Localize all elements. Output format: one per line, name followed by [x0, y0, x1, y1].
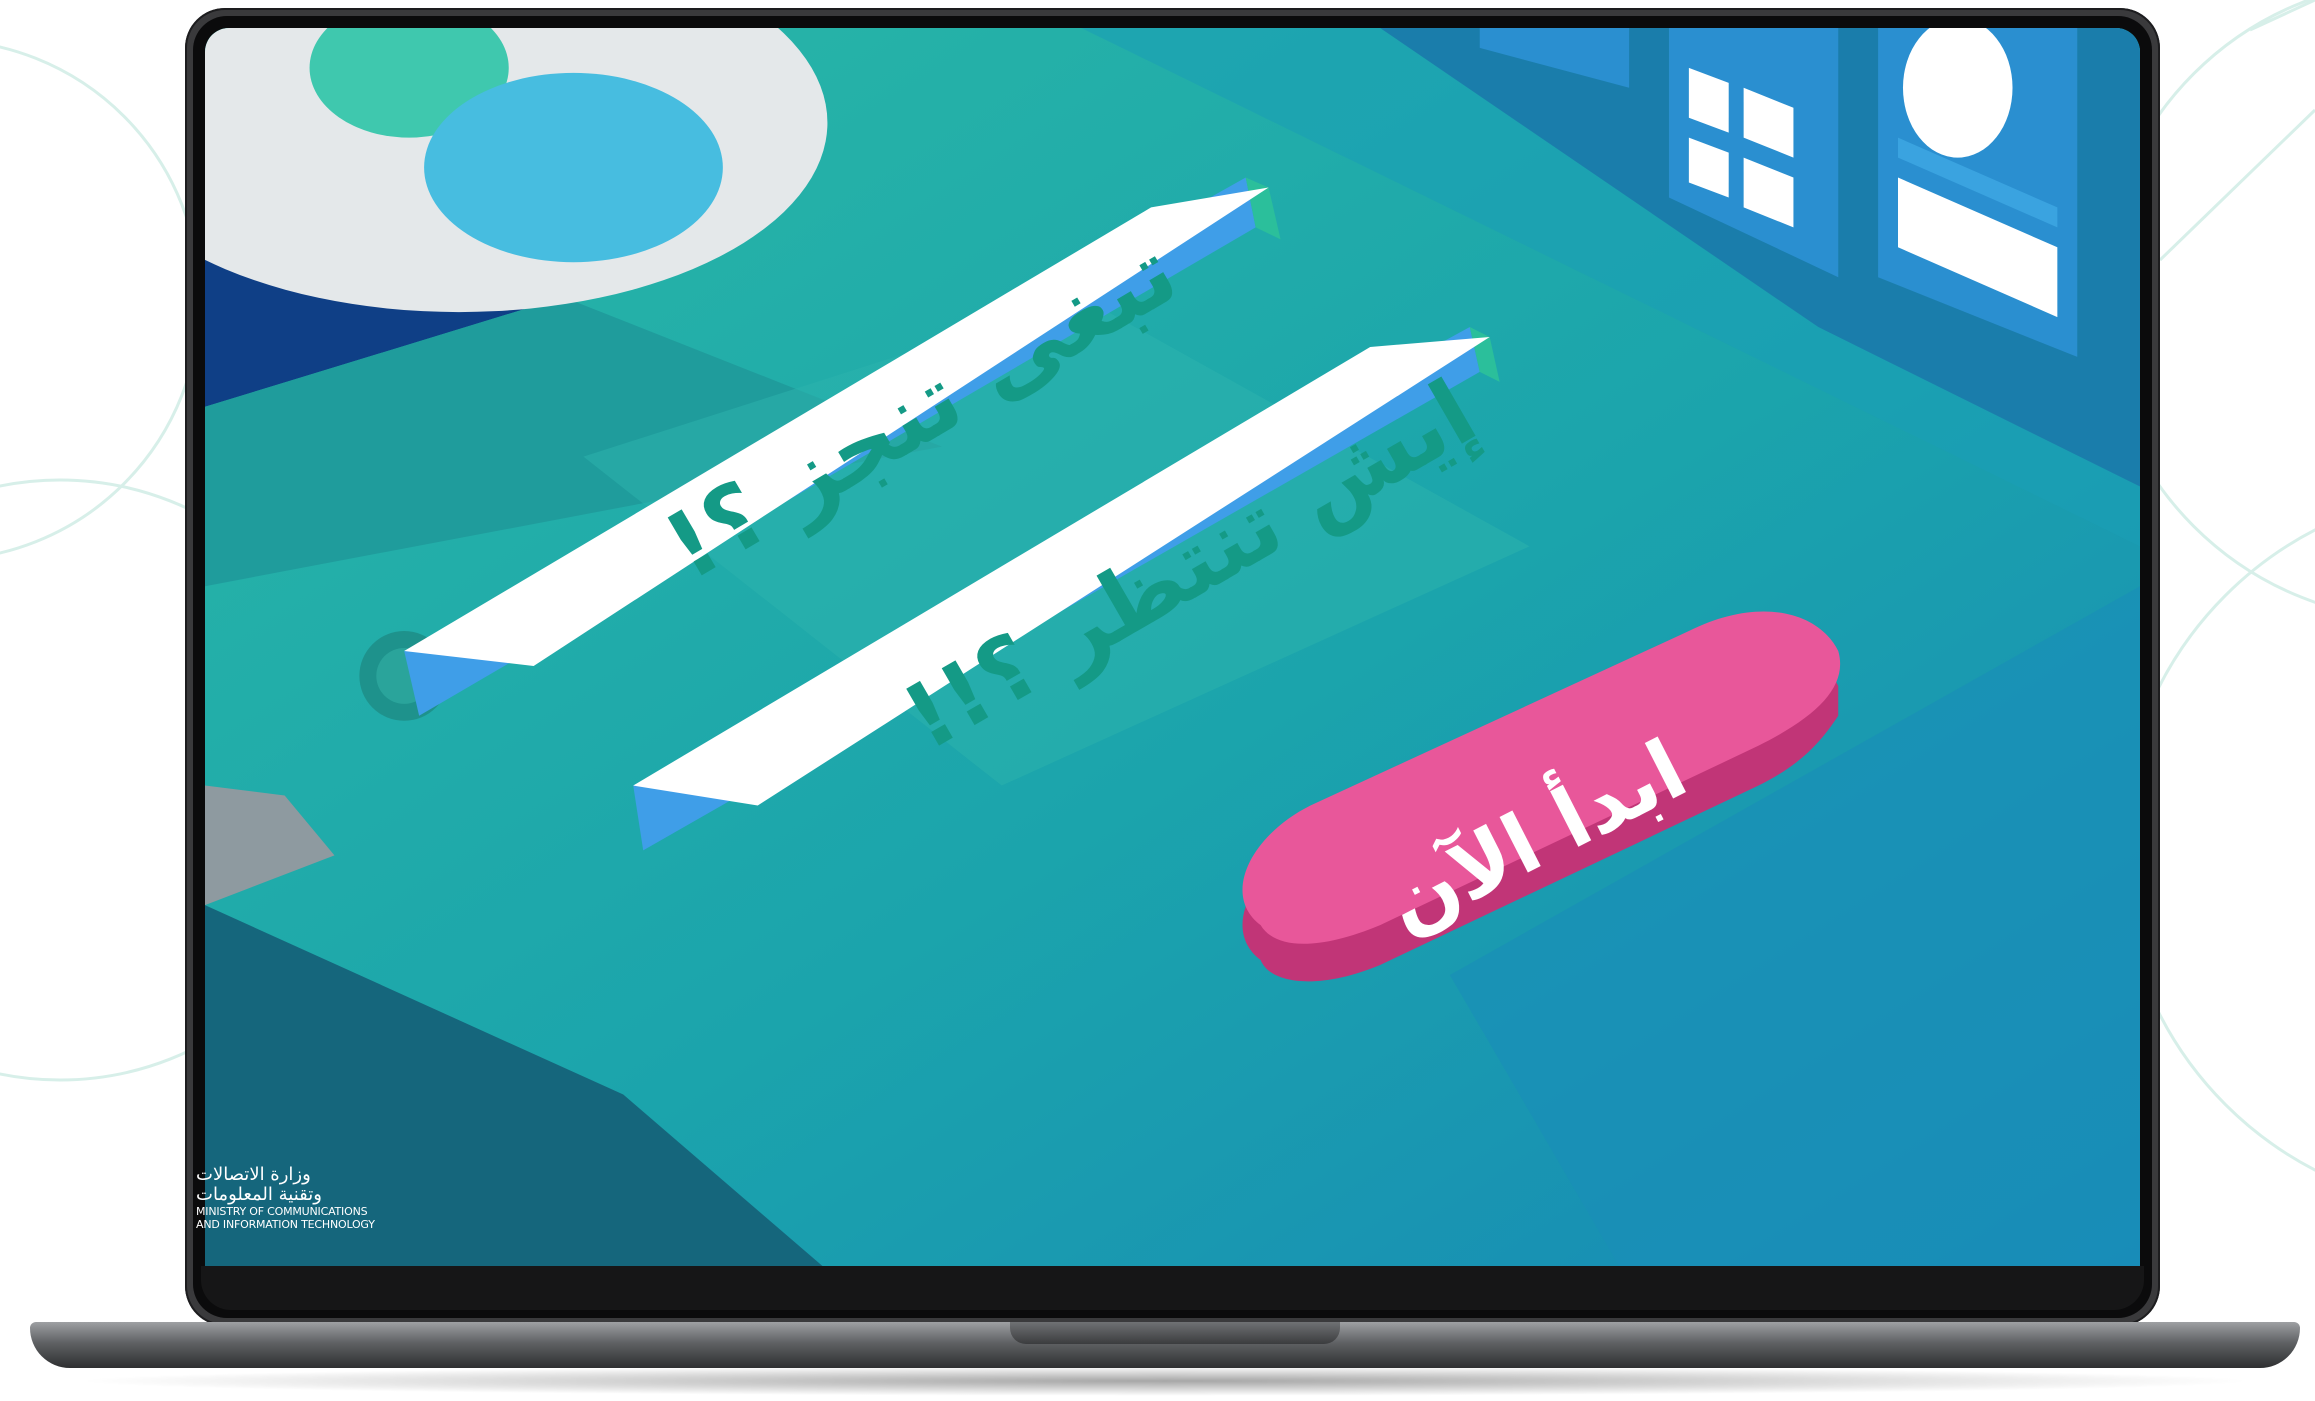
laptop-screen: تبغى تنجز ؟! إيش تنتظر ؟!! ابدأ الآن: [205, 28, 2140, 1266]
laptop-notch: [1010, 1322, 1340, 1344]
ministry-logo: وزارة الاتصالات وتقنية المعلومات MINISTR…: [196, 1164, 446, 1232]
screen-illustration: [205, 28, 2140, 1266]
laptop-chin: [201, 1266, 2144, 1310]
logo-english-line-2: AND INFORMATION TECHNOLOGY: [196, 1218, 375, 1231]
logo-arabic-line-1: وزارة الاتصالات: [196, 1164, 311, 1185]
laptop: تبغى تنجز ؟! إيش تنتظر ؟!! ابدأ الآن: [185, 8, 2160, 1326]
laptop-bezel: تبغى تنجز ؟! إيش تنتظر ؟!! ابدأ الآن: [193, 16, 2152, 1318]
laptop-shadow: [70, 1366, 2260, 1396]
logo-arabic-line-2: وتقنية المعلومات: [196, 1184, 322, 1205]
logo-english-line-1: MINISTRY OF COMMUNICATIONS: [196, 1205, 368, 1218]
